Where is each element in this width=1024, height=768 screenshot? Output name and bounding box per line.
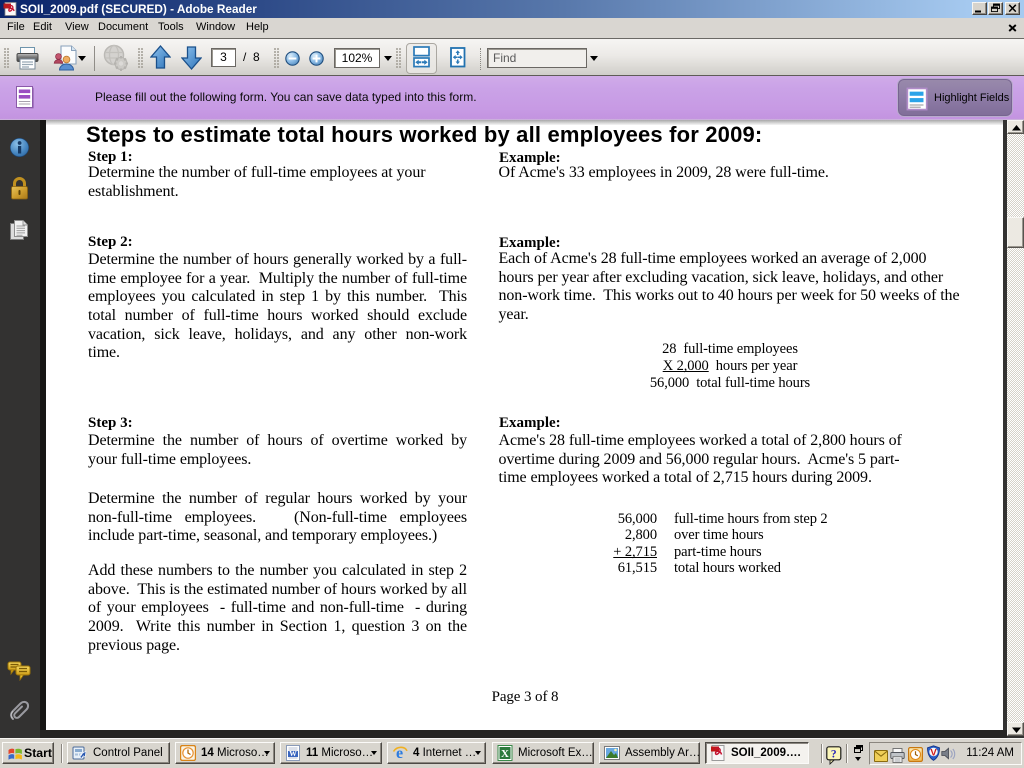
- svg-text:W: W: [289, 749, 297, 758]
- svg-text:V: V: [930, 748, 937, 759]
- svg-text:X: X: [501, 748, 509, 760]
- svg-text:?: ?: [831, 749, 837, 761]
